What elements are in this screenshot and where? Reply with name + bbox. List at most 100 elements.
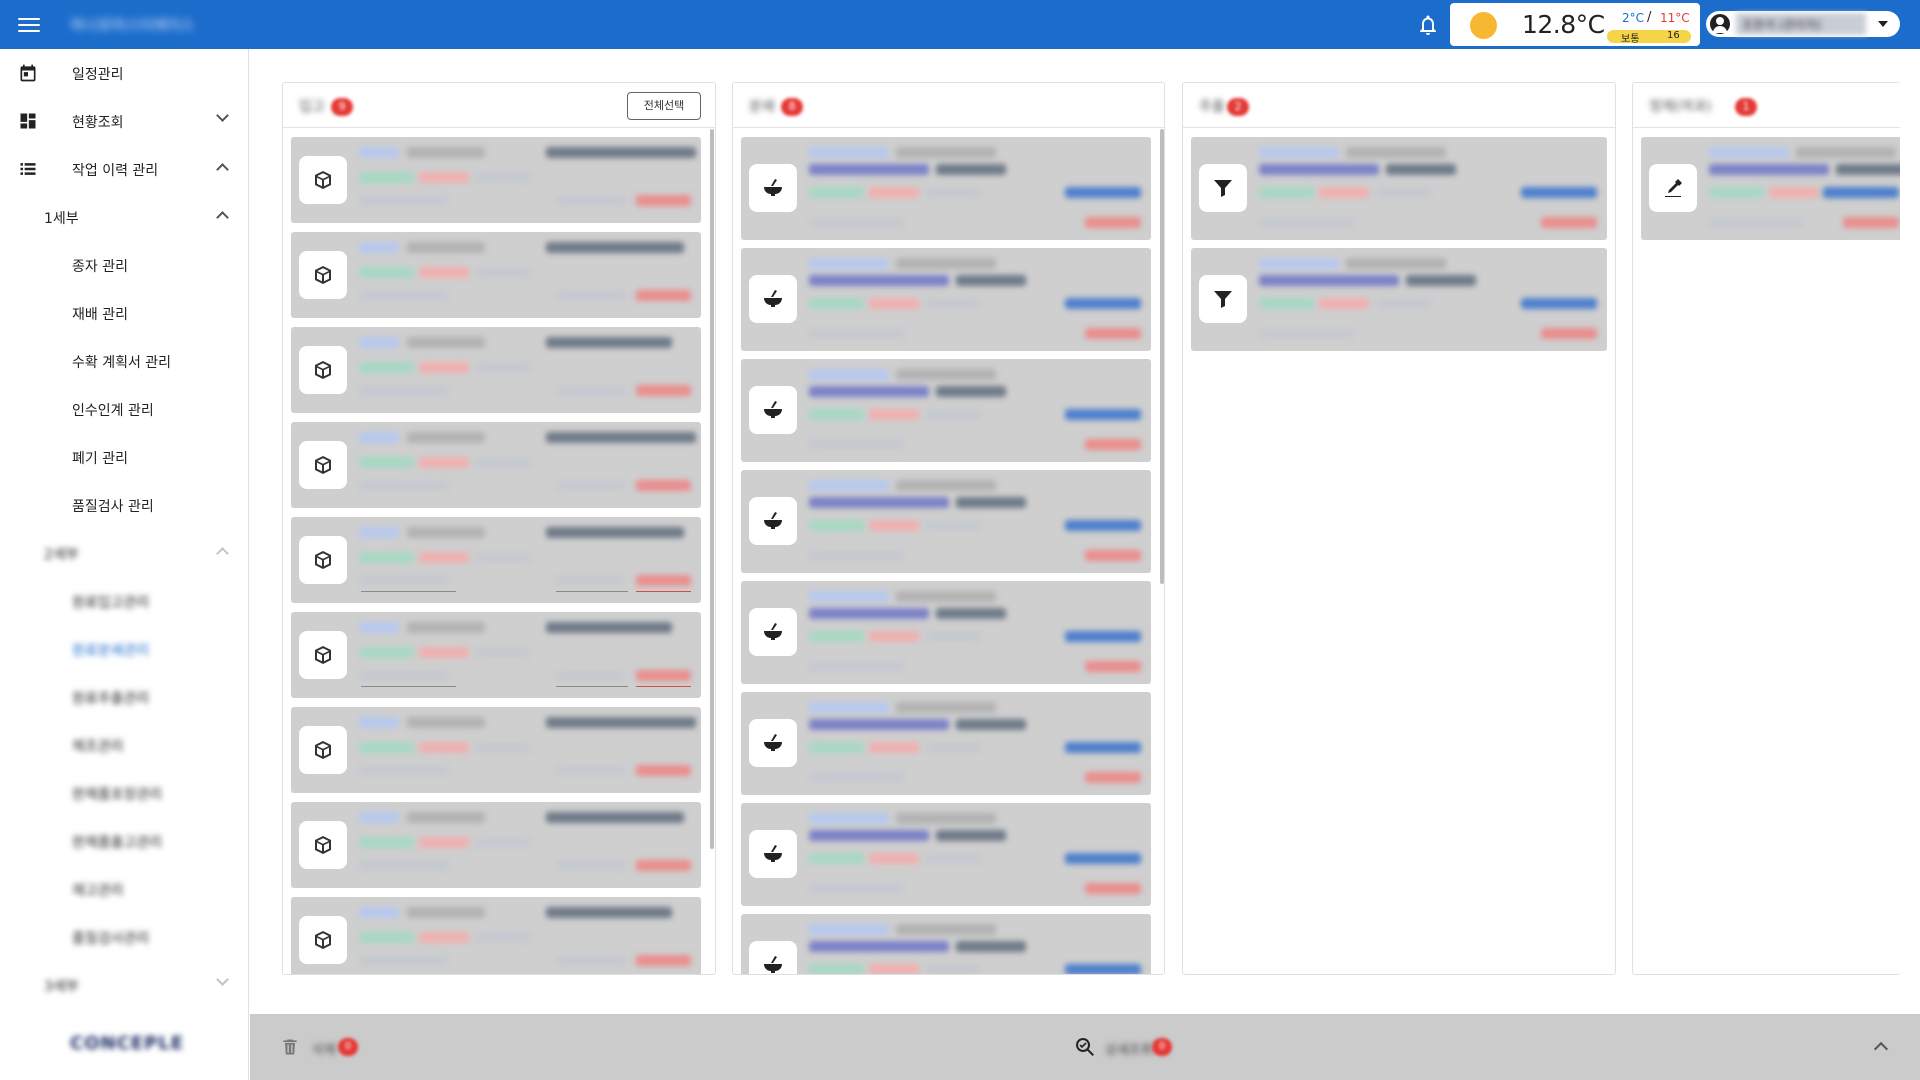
redacted-field: [809, 409, 864, 420]
sidebar-item-schedule[interactable]: 일정관리: [0, 49, 249, 97]
sidebar-item-inventory[interactable]: 재고관리: [0, 865, 249, 913]
redacted-field: [956, 719, 1026, 730]
redacted-field: [359, 717, 399, 728]
redacted-field: [1521, 187, 1597, 198]
work-card[interactable]: [291, 422, 701, 508]
redacted-field: [359, 242, 399, 253]
delete-label[interactable]: 삭제: [312, 1039, 336, 1058]
field-underline: [636, 591, 691, 592]
redacted-field: [419, 742, 469, 753]
redacted-field: [869, 631, 919, 642]
sidebar-item-raw-extract[interactable]: 원료추출관리: [0, 673, 249, 721]
menu-icon[interactable]: [18, 14, 40, 34]
caret-down-icon[interactable]: [1878, 21, 1888, 27]
redacted-field: [407, 622, 485, 633]
sidebar-item-label: 재배 관리: [72, 307, 128, 323]
work-card[interactable]: [741, 470, 1151, 573]
column-title: 정제(여과): [1649, 99, 1712, 115]
redacted-field: [926, 187, 981, 198]
sidebar-item-packaging[interactable]: 완제품포장관리: [0, 769, 249, 817]
redacted-field: [896, 369, 996, 380]
work-card[interactable]: [1641, 137, 1900, 240]
work-card[interactable]: [291, 232, 701, 318]
calendar-icon: [20, 64, 36, 82]
sidebar-group-2[interactable]: 2세부: [0, 529, 249, 577]
detail-label[interactable]: 상세조회: [1105, 1039, 1153, 1058]
redacted-field: [809, 924, 889, 935]
redacted-field: [1065, 298, 1141, 309]
work-card[interactable]: [291, 897, 701, 974]
bell-icon[interactable]: [1416, 12, 1440, 38]
redacted-field: [809, 217, 904, 228]
sun-icon: [1470, 12, 1497, 39]
air-quality-label: 보통: [1621, 34, 1640, 45]
sidebar-item-cultivation[interactable]: 재배 관리: [0, 289, 249, 337]
sidebar-item-raw-receipt[interactable]: 원료입고관리: [0, 577, 249, 625]
sidebar-group-3[interactable]: 3세부: [0, 961, 249, 1009]
redacted-field: [1319, 187, 1369, 198]
work-card[interactable]: [741, 359, 1151, 462]
user-menu[interactable]: 조현석 (관리자): [1706, 11, 1900, 37]
select-all-button[interactable]: 전체선택: [627, 92, 701, 120]
column-header: 분쇄 8: [733, 83, 1164, 128]
redacted-field: [546, 812, 684, 823]
redacted-field: [359, 742, 414, 753]
redacted-field: [359, 552, 414, 563]
work-card[interactable]: [741, 803, 1151, 906]
scrollbar[interactable]: [1160, 129, 1164, 584]
sidebar-item-manufacture[interactable]: 제조관리: [0, 721, 249, 769]
trash-icon[interactable]: [280, 1036, 300, 1058]
redacted-field: [869, 742, 919, 753]
redacted-field: [1085, 772, 1141, 783]
work-card[interactable]: [741, 581, 1151, 684]
chevron-up-icon: [216, 547, 229, 560]
sidebar-item-disposal[interactable]: 폐기 관리: [0, 433, 249, 481]
redacted-field: [359, 362, 414, 373]
sidebar-item-status[interactable]: 현황조회: [0, 97, 249, 145]
redacted-field: [809, 830, 929, 841]
redacted-field: [1346, 147, 1446, 158]
sidebar-item-quality-2[interactable]: 품질검사관리: [0, 913, 249, 961]
redacted-field: [359, 837, 414, 848]
sidebar-item-raw-grind[interactable]: 원료분쇄관리: [0, 625, 249, 673]
work-card[interactable]: [291, 327, 701, 413]
column-header: 추출 2: [1183, 83, 1615, 128]
work-card[interactable]: [291, 137, 701, 223]
zoom-search-icon[interactable]: [1073, 1035, 1097, 1059]
scrollbar[interactable]: [710, 129, 714, 849]
sidebar-item-label: 폐기 관리: [72, 451, 128, 467]
work-card[interactable]: [291, 612, 701, 698]
max-temperature: 11°C: [1660, 11, 1690, 25]
field-underline: [361, 591, 456, 592]
work-card[interactable]: [741, 914, 1151, 974]
redacted-field: [419, 267, 469, 278]
sidebar-item-handover[interactable]: 인수인계 관리: [0, 385, 249, 433]
work-card[interactable]: [291, 707, 701, 793]
redacted-field: [359, 932, 414, 943]
sidebar-group-1[interactable]: 1세부: [0, 193, 249, 241]
work-card[interactable]: [741, 137, 1151, 240]
redacted-field: [636, 385, 691, 396]
redacted-field: [1709, 147, 1789, 158]
redacted-field: [1376, 187, 1431, 198]
sidebar-item-seed[interactable]: 종자 관리: [0, 241, 249, 289]
redacted-field: [1259, 298, 1314, 309]
sidebar-item-work-history[interactable]: 작업 이력 관리: [0, 145, 249, 193]
work-card[interactable]: [1191, 248, 1607, 351]
redacted-field: [636, 290, 691, 301]
work-card[interactable]: [741, 248, 1151, 351]
redacted-field: [546, 242, 684, 253]
sidebar-item-harvest-plan[interactable]: 수확 계획서 관리: [0, 337, 249, 385]
sidebar-item-shipping[interactable]: 완제품출고관리: [0, 817, 249, 865]
dropper-icon: [1649, 164, 1697, 212]
work-card[interactable]: [291, 517, 701, 603]
column-extract: 추출 2: [1182, 82, 1616, 975]
sidebar-item-label: 완제품포장관리: [72, 787, 163, 803]
work-card[interactable]: [741, 692, 1151, 795]
work-card[interactable]: [291, 802, 701, 888]
redacted-field: [476, 932, 531, 943]
work-card[interactable]: [1191, 137, 1607, 240]
redacted-field: [407, 907, 485, 918]
box-icon: [299, 821, 347, 869]
sidebar-item-quality-check[interactable]: 품질검사 관리: [0, 481, 249, 529]
